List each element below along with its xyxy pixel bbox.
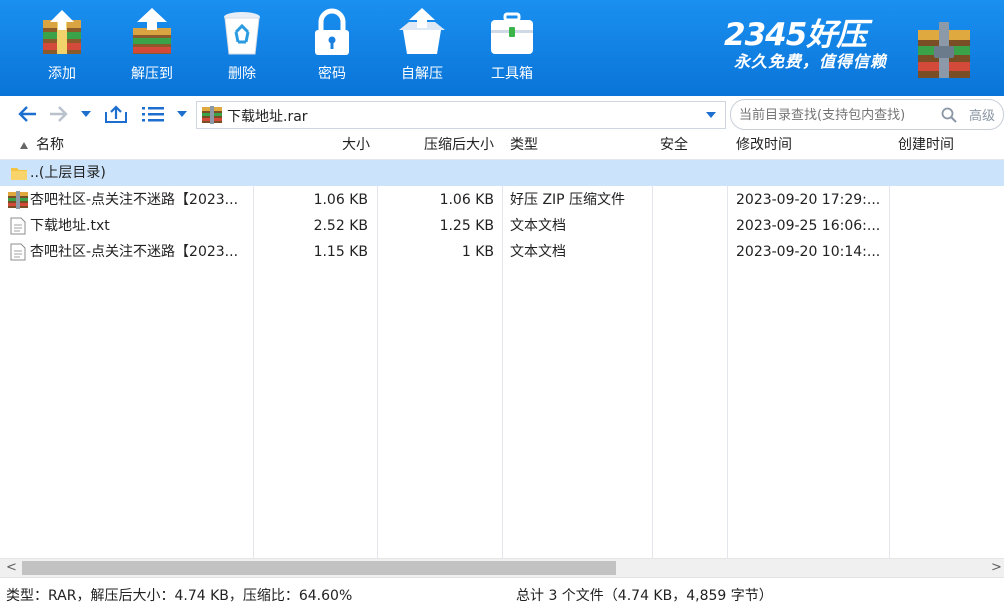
file-type: 文本文档 bbox=[510, 244, 566, 260]
recycle-bin-icon bbox=[224, 12, 260, 55]
file-size: 1.06 KB bbox=[313, 192, 368, 208]
self-extract-button[interactable]: 自解压 bbox=[384, 6, 460, 92]
column-header-row: 名称 大小 压缩后大小 类型 安全 修改时间 创建时间 bbox=[0, 132, 1004, 160]
delete-button[interactable]: 删除 bbox=[204, 6, 280, 92]
file-name: 杏吧社区-点关注不迷路【2023... bbox=[30, 244, 239, 260]
add-button-label: 添加 bbox=[48, 66, 76, 82]
scrollbar-thumb[interactable] bbox=[22, 561, 616, 575]
parent-directory-row[interactable]: ..(上层目录) bbox=[0, 160, 1004, 186]
search-input[interactable] bbox=[737, 104, 937, 126]
file-security bbox=[660, 187, 724, 213]
column-header-type[interactable]: 类型 bbox=[510, 132, 650, 159]
scroll-right-arrow[interactable]: > bbox=[991, 560, 1002, 575]
history-dropdown-icon[interactable] bbox=[80, 110, 92, 118]
zip-archive-icon bbox=[8, 191, 28, 209]
table-row[interactable]: 下载地址.txt 2.52 KB 1.25 KB 文本文档 2023-09-25… bbox=[0, 213, 1004, 239]
address-bar[interactable]: 下载地址.rar bbox=[196, 101, 726, 129]
lock-icon bbox=[315, 8, 349, 55]
file-name: 下载地址.txt bbox=[30, 218, 110, 234]
column-header-created[interactable]: 创建时间 bbox=[898, 132, 1002, 159]
column-header-packed-size[interactable]: 压缩后大小 bbox=[378, 132, 494, 159]
self-extract-button-label: 自解压 bbox=[401, 66, 443, 82]
brand-slogan: 永久免费，值得信赖 bbox=[734, 52, 888, 71]
add-archive-icon bbox=[43, 10, 81, 54]
file-created bbox=[898, 239, 1002, 265]
delete-button-label: 删除 bbox=[228, 66, 256, 82]
toolbox-button[interactable]: 工具箱 bbox=[474, 6, 550, 92]
file-packed-size: 1 KB bbox=[461, 244, 494, 260]
table-row[interactable]: 杏吧社区-点关注不迷路【2023... 1.15 KB 1 KB 文本文档 20… bbox=[0, 239, 1004, 265]
up-folder-icon[interactable] bbox=[104, 104, 128, 124]
view-dropdown-icon[interactable] bbox=[176, 110, 188, 118]
forward-arrow-icon[interactable] bbox=[48, 104, 70, 124]
scroll-left-arrow[interactable]: < bbox=[6, 560, 17, 575]
status-bar: 类型：RAR，解压后大小：4.74 KB，压缩比：64.60% 总计 3 个文件… bbox=[0, 577, 1004, 611]
advanced-search-link[interactable]: 高级 bbox=[969, 105, 995, 124]
brand-logo: 2345好压 永久免费，值得信赖 bbox=[724, 18, 914, 88]
main-toolbar: 添加 解压到 删除 密码 自解压 工具箱 2345好压 永久免费，值得信赖 bbox=[0, 0, 1004, 96]
file-packed-size: 1.25 KB bbox=[439, 218, 494, 234]
file-list: 名称 大小 压缩后大小 类型 安全 修改时间 创建时间 ..(上层目录) 杏吧社… bbox=[0, 132, 1004, 558]
search-box: 高级 bbox=[730, 99, 1004, 130]
text-file-icon bbox=[10, 217, 26, 235]
file-type: 文本文档 bbox=[510, 218, 566, 234]
password-button-label: 密码 bbox=[318, 66, 346, 82]
folder-icon bbox=[11, 168, 27, 180]
file-type: 好压 ZIP 压缩文件 bbox=[510, 192, 626, 208]
file-size: 2.52 KB bbox=[313, 218, 368, 234]
file-packed-size: 1.06 KB bbox=[439, 192, 494, 208]
file-total: 总计 3 个文件（4.74 KB，4,859 字节） bbox=[516, 588, 773, 604]
file-name: ..(上层目录) bbox=[30, 165, 106, 181]
self-extract-icon bbox=[399, 8, 445, 54]
column-header-security[interactable]: 安全 bbox=[660, 132, 724, 159]
file-modified: 2023-09-20 10:14:... bbox=[736, 244, 881, 260]
file-created bbox=[898, 187, 1002, 213]
brand-title: 2345好压 bbox=[724, 17, 867, 53]
archive-logo-icon bbox=[918, 22, 970, 78]
table-row[interactable]: 杏吧社区-点关注不迷路【2023... 1.06 KB 1.06 KB 好压 Z… bbox=[0, 187, 1004, 213]
column-header-size[interactable]: 大小 bbox=[254, 132, 370, 159]
file-modified: 2023-09-25 16:06:... bbox=[736, 218, 881, 234]
archive-info: 类型：RAR，解压后大小：4.74 KB，压缩比：64.60% bbox=[6, 588, 353, 604]
file-size: 1.15 KB bbox=[313, 244, 368, 260]
address-path: 下载地址.rar bbox=[227, 109, 308, 125]
extract-to-button[interactable]: 解压到 bbox=[114, 6, 190, 92]
sort-ascending-icon bbox=[20, 142, 28, 149]
file-name: 杏吧社区-点关注不迷路【2023... bbox=[30, 192, 239, 208]
file-security bbox=[660, 239, 724, 265]
back-arrow-icon[interactable] bbox=[16, 104, 38, 124]
horizontal-scrollbar[interactable]: < > bbox=[0, 558, 1004, 577]
password-button[interactable]: 密码 bbox=[294, 6, 370, 92]
file-security bbox=[660, 213, 724, 239]
view-list-icon[interactable] bbox=[142, 106, 164, 122]
text-file-icon bbox=[10, 243, 26, 261]
toolbox-button-label: 工具箱 bbox=[491, 66, 533, 82]
extract-to-icon bbox=[133, 8, 171, 54]
add-button[interactable]: 添加 bbox=[24, 6, 100, 92]
file-created bbox=[898, 213, 1002, 239]
rar-archive-icon bbox=[202, 106, 222, 124]
toolbox-icon bbox=[491, 12, 533, 54]
column-header-name[interactable]: 名称 bbox=[36, 132, 246, 159]
extract-to-button-label: 解压到 bbox=[131, 66, 173, 82]
column-header-modified[interactable]: 修改时间 bbox=[736, 132, 886, 159]
search-icon[interactable] bbox=[941, 107, 957, 123]
file-modified: 2023-09-20 17:29:... bbox=[736, 192, 881, 208]
address-dropdown-icon[interactable] bbox=[705, 111, 717, 119]
